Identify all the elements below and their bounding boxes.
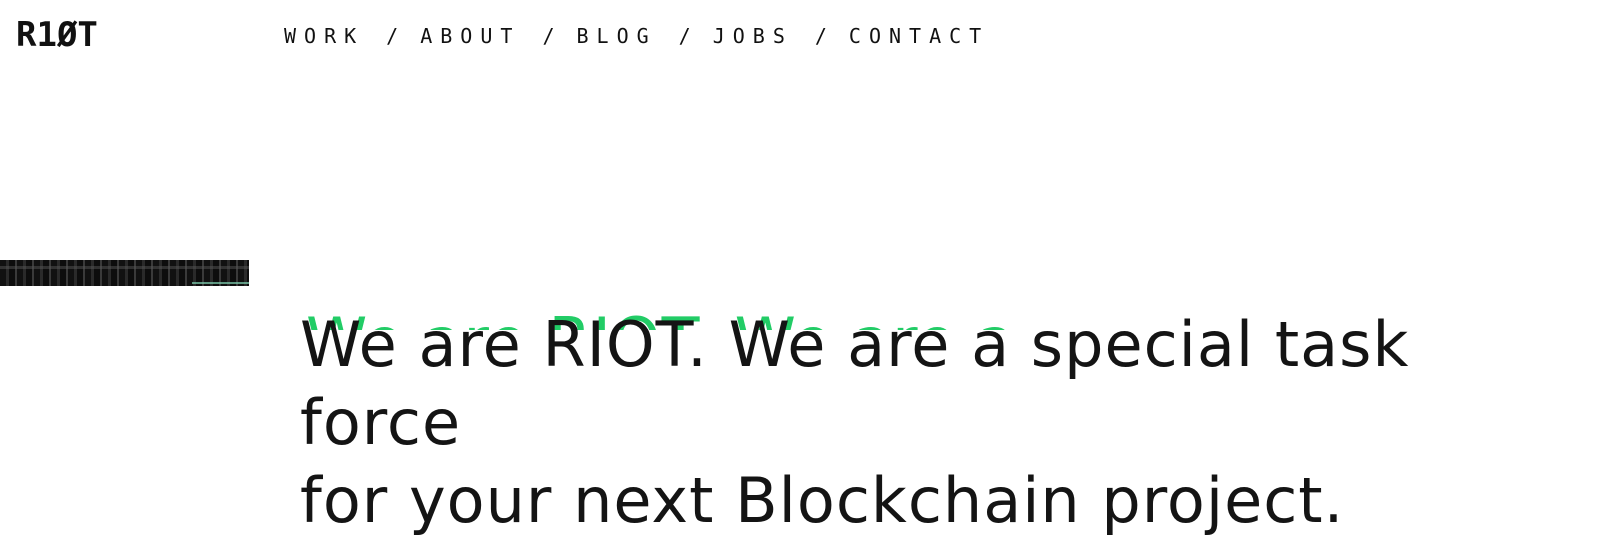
logo[interactable]: R1ØT [16,18,98,52]
glitch-decoration [0,260,249,286]
main-nav: WORK / ABOUT / BLOG / JOBS / CONTACT [284,26,989,46]
glitch-stripe [192,282,249,284]
nav-separator: / [542,24,555,48]
nav-separator: / [678,24,691,48]
nav-item-about[interactable]: ABOUT [420,26,520,46]
nav-item-work[interactable]: WORK [284,26,364,46]
glitch-stripe [0,266,249,269]
hero-headline-line2: for your next Blockchain project. [300,464,1345,537]
nav-item-jobs[interactable]: JOBS [713,26,793,46]
nav-separator: / [814,24,827,48]
hero-headline: We are RIOT. We are a special task force… [300,306,1590,540]
nav-item-contact[interactable]: CONTACT [849,26,989,46]
hero-headline-line1: We are RIOT. We are a special task force [300,308,1410,459]
nav-item-blog[interactable]: BLOG [576,26,656,46]
nav-separator: / [386,24,399,48]
